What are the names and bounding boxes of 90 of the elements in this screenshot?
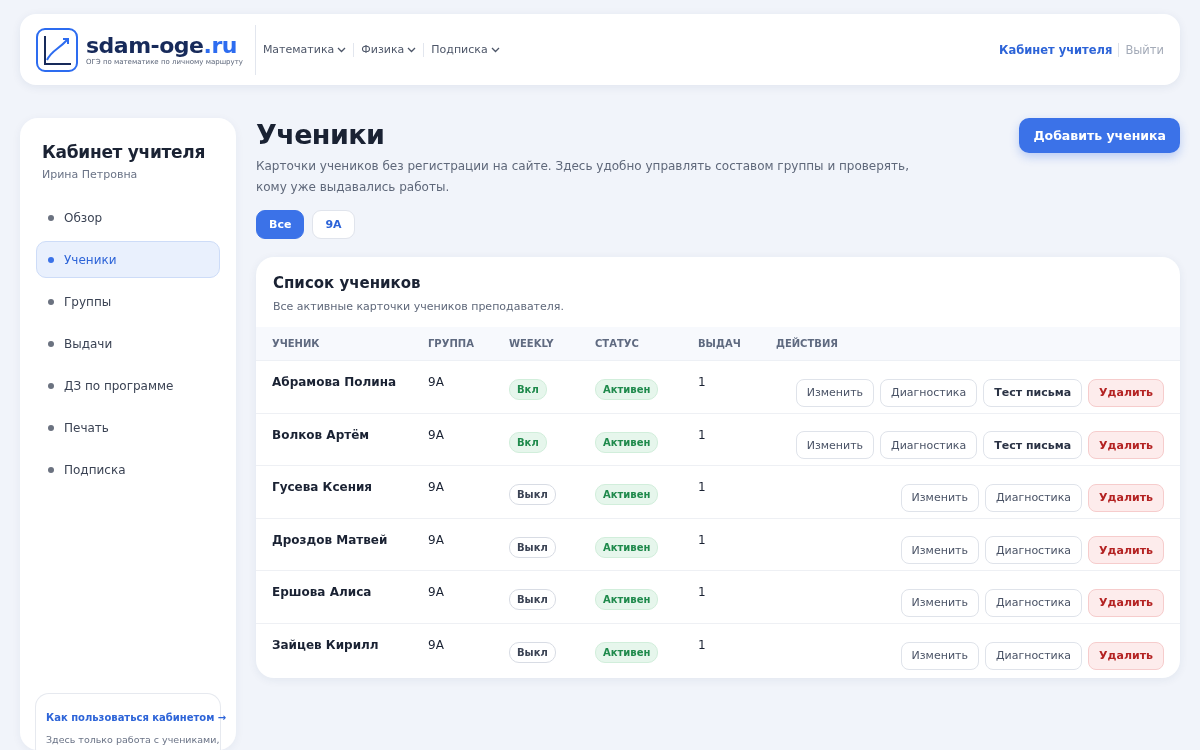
group-cell-text: 9А: [428, 531, 445, 547]
weekly-badge: Вкл: [509, 431, 547, 453]
group-cell-text: 9А: [428, 479, 445, 494]
caret-icon: [337, 46, 347, 53]
sidebar-item[interactable]: Ученики: [36, 241, 220, 278]
delete-button[interactable]: Удалить: [1088, 536, 1164, 565]
caret-icon: [490, 46, 500, 53]
filter-tab[interactable]: 9А: [312, 210, 355, 239]
status-badge: Активен: [595, 431, 659, 453]
column-header: СТАТУС: [595, 338, 639, 349]
logo-text[interactable]: sdam-oge.ru: [86, 33, 243, 58]
action-button[interactable]: Изменить: [900, 483, 979, 512]
delete-button[interactable]: Удалить: [1088, 588, 1164, 617]
action-button[interactable]: Изменить: [900, 536, 979, 565]
action-button[interactable]: Изменить: [795, 378, 875, 407]
action-button[interactable]: Диагностика: [880, 378, 978, 407]
action-button[interactable]: Изменить: [900, 641, 979, 670]
help-text: Здесь только работа с учениками,: [46, 733, 220, 747]
page-description: Карточки учеников без регистрации на сайте. Здесь удобно управлять составом группы и проверять, кому уже выдавались работы.: [256, 158, 910, 196]
student-name: Волков Артём: [272, 426, 371, 442]
student-name: Гусева Ксения: [272, 479, 374, 494]
sidebar-item[interactable]: Выдачи: [36, 325, 220, 362]
card-subtitle: Все активные карточки учеников преподавателя.: [272, 299, 565, 315]
issued-count: 1: [698, 636, 707, 652]
delete-button[interactable]: Удалить: [1088, 378, 1164, 407]
bullet-icon: [48, 424, 54, 431]
sidebar-item[interactable]: Подписка: [36, 451, 220, 488]
card-title: Список учеников: [272, 273, 422, 292]
weekly-badge: Выкл: [509, 484, 556, 506]
student-name: Зайцев Кирилл: [272, 636, 380, 652]
student-name: Ершова Алиса: [272, 584, 373, 599]
filter-tab[interactable]: Все: [256, 210, 305, 239]
student-name: Дроздов Матвей: [272, 531, 389, 547]
weekly-badge: Выкл: [509, 642, 556, 664]
delete-button[interactable]: Удалить: [1088, 483, 1164, 512]
action-button[interactable]: Изменить: [900, 588, 979, 617]
group-cell-text: 9А: [428, 636, 445, 652]
nav-menu[interactable]: Подписка: [424, 42, 507, 57]
action-button[interactable]: Диагностика: [984, 536, 1083, 565]
group-cell-text: 9А: [428, 426, 445, 442]
chart-logo-icon: [36, 27, 78, 72]
action-button[interactable]: Диагностика: [984, 483, 1083, 512]
sidebar-item[interactable]: Группы: [36, 283, 220, 320]
sidebar-title: Кабинет учителя: [42, 142, 207, 162]
bullet-icon: [48, 382, 54, 389]
action-button[interactable]: Диагностика: [880, 431, 978, 460]
issued-count: 1: [698, 584, 707, 599]
column-header: УЧЕНИК: [272, 338, 320, 349]
bullet-icon: [48, 214, 54, 221]
weekly-badge: Вкл: [509, 379, 547, 401]
issued-count: 1: [698, 426, 707, 442]
column-header: ДЕЙСТВИЯ: [776, 338, 838, 349]
add-student-button[interactable]: Добавить ученика: [1019, 118, 1180, 153]
column-header: WEEKLY: [509, 338, 554, 349]
bullet-icon: [48, 466, 54, 473]
status-badge: Активен: [595, 484, 659, 506]
account-link[interactable]: Кабинет учителя: [999, 42, 1120, 57]
caret-icon: [407, 46, 417, 53]
weekly-badge: Выкл: [509, 589, 556, 611]
group-cell-text: 9А: [428, 374, 445, 389]
sidebar-item[interactable]: ДЗ по программе: [36, 367, 220, 404]
test-email-button[interactable]: Тест письма: [983, 431, 1083, 460]
status-badge: Активен: [595, 536, 659, 558]
issued-count: 1: [698, 531, 707, 547]
group-cell-text: 9А: [428, 584, 445, 599]
bullet-icon: [48, 340, 54, 347]
column-header: ВЫДАЧ: [698, 338, 741, 349]
column-header: ГРУППА: [428, 338, 474, 349]
delete-button[interactable]: Удалить: [1088, 431, 1164, 460]
nav-menu[interactable]: Математика: [255, 42, 355, 57]
bullet-icon: [48, 256, 54, 263]
bullet-icon: [48, 298, 54, 305]
action-button[interactable]: Диагностика: [984, 588, 1083, 617]
test-email-button[interactable]: Тест письма: [983, 378, 1083, 407]
sidebar-item[interactable]: Обзор: [36, 199, 220, 236]
student-name: Абрамова Полина: [272, 374, 398, 389]
status-badge: Активен: [595, 589, 659, 611]
status-badge: Активен: [595, 379, 659, 401]
action-button[interactable]: Диагностика: [984, 641, 1083, 670]
sidebar-item[interactable]: Печать: [36, 409, 220, 446]
action-button[interactable]: Изменить: [795, 431, 875, 460]
page-title: Ученики: [256, 118, 386, 152]
delete-button[interactable]: Удалить: [1088, 641, 1164, 670]
weekly-badge: Выкл: [509, 536, 556, 558]
help-link[interactable]: Как пользоваться кабинетом →: [46, 712, 227, 723]
issued-count: 1: [698, 374, 707, 389]
teacher-name: Ирина Петровна: [42, 168, 139, 181]
status-badge: Активен: [595, 642, 659, 664]
issued-count: 1: [698, 479, 707, 494]
nav-menu[interactable]: Физика: [354, 42, 425, 57]
